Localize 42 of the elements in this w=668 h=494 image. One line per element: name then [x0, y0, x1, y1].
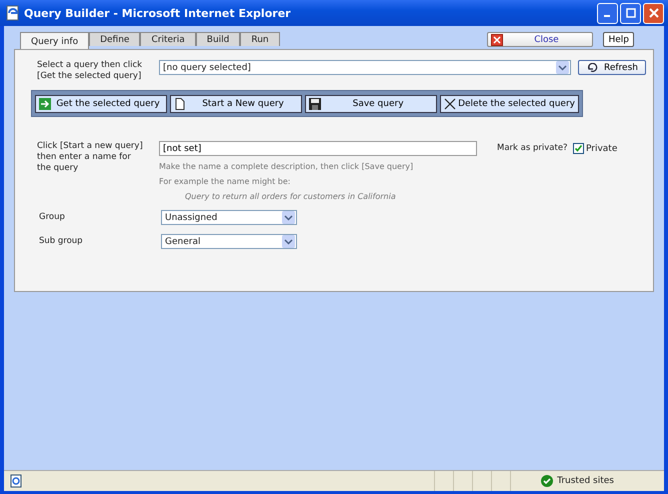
tab[interactable]: Run	[240, 32, 280, 46]
help-button[interactable]: Help	[603, 32, 634, 47]
group-select[interactable]: Unassigned	[161, 210, 297, 225]
toolbar-button[interactable]: Delete the selected query	[440, 94, 579, 112]
close-icon	[491, 34, 504, 46]
private-label: Mark as private?	[497, 143, 569, 154]
query-select-label: Select a query then click [Get the selected query]	[37, 60, 144, 82]
hint-text: Make the name a complete description, then click [Save query]	[159, 162, 414, 171]
minimize-icon	[604, 15, 610, 17]
sub-group-select[interactable]: General	[161, 234, 297, 249]
query-select[interactable]: [no query selected]	[159, 60, 571, 75]
toolbar-button[interactable]: Start a New query	[170, 94, 302, 112]
check-icon	[541, 475, 554, 487]
toolbar-button[interactable]: Get the selected query	[35, 94, 168, 112]
example-intro-text: For example the name might be:	[159, 177, 292, 186]
close-button[interactable]: Close	[487, 32, 594, 47]
close-icon	[648, 8, 658, 18]
group-label: Group	[38, 212, 66, 223]
maximize-icon	[626, 8, 636, 18]
window-title: Query Builder - Microsoft Internet Explorer	[24, 6, 292, 20]
private-checkbox[interactable]	[573, 143, 584, 154]
cross-icon	[444, 98, 456, 110]
name-field-label: Click [Start a new query] then enter a name for the query	[37, 141, 144, 174]
minimize-button[interactable]	[597, 2, 618, 24]
page-icon	[10, 474, 22, 488]
tab[interactable]: Define	[89, 32, 140, 46]
arrow-icon	[39, 98, 51, 110]
tab[interactable]: Criteria	[140, 32, 196, 46]
refresh-icon	[586, 62, 598, 72]
close-window-button[interactable]	[643, 2, 664, 24]
example-text: Query to return all orders for customers in California	[185, 192, 397, 201]
maximize-button[interactable]	[620, 2, 641, 24]
page-icon	[6, 5, 20, 21]
sub-group-label: Sub group	[38, 236, 84, 247]
document-icon	[174, 98, 186, 110]
zone-text: Trusted sites	[557, 476, 614, 486]
refresh-button[interactable]: Refresh	[578, 60, 646, 75]
tab[interactable]: Build	[196, 32, 240, 46]
toolbar-button[interactable]: Save query	[305, 94, 438, 112]
name-field[interactable]: [not set]	[159, 141, 477, 156]
tab[interactable]: Query info	[20, 32, 90, 49]
checkbox-label: Private	[586, 144, 618, 154]
